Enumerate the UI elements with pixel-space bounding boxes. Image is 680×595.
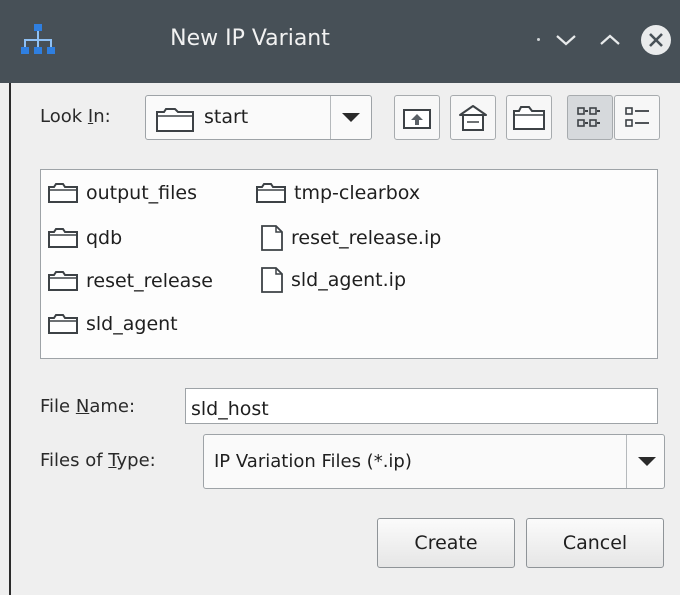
close-button[interactable]: [636, 20, 676, 60]
up-one-level-button[interactable]: [394, 95, 440, 140]
folder-icon: [48, 314, 78, 334]
list-item[interactable]: reset_release: [48, 270, 213, 292]
maximize-button[interactable]: [592, 20, 628, 60]
look-in-value: start: [204, 106, 249, 128]
dropdown-arrow-icon[interactable]: [342, 113, 360, 122]
list-item[interactable]: sld_agent: [48, 313, 178, 335]
folder-icon: [48, 271, 78, 291]
combo-separator: [626, 435, 627, 488]
details-view-button[interactable]: [614, 95, 660, 140]
minimize-button[interactable]: [548, 20, 584, 60]
window-menu-dot: [537, 38, 540, 41]
close-icon: [641, 25, 671, 55]
file-name-label: File Name:: [40, 396, 136, 417]
chevron-down-icon: [556, 35, 576, 46]
combo-separator: [330, 96, 331, 139]
folder-icon: [48, 228, 78, 248]
title-bar: New IP Variant: [0, 0, 680, 83]
cancel-button[interactable]: Cancel: [526, 518, 664, 568]
list-item[interactable]: tmp-clearbox: [256, 182, 420, 204]
files-of-type-label: Files of Type:: [40, 450, 156, 471]
create-button[interactable]: Create: [377, 518, 515, 568]
list-item[interactable]: output_files: [48, 182, 197, 204]
home-icon: [459, 104, 487, 131]
folder-icon: [48, 183, 78, 203]
files-of-type-value: IP Variation Files (*.ip): [214, 451, 412, 472]
window-border: [9, 83, 11, 595]
new-folder-button[interactable]: [506, 95, 552, 140]
list-view-button[interactable]: [567, 95, 613, 140]
up-one-level-icon: [403, 108, 431, 129]
file-list[interactable]: output_files qdb reset_release sld_agent…: [40, 169, 658, 359]
list-item[interactable]: sld_agent.ip: [261, 267, 406, 293]
home-button[interactable]: [450, 95, 496, 140]
details-view-icon: [625, 106, 649, 127]
files-of-type-combo[interactable]: IP Variation Files (*.ip): [203, 434, 665, 489]
file-icon: [261, 267, 283, 293]
look-in-label: Look In:: [40, 106, 111, 127]
file-icon: [261, 225, 283, 251]
list-view-icon: [577, 106, 600, 127]
file-name-field[interactable]: [185, 388, 658, 424]
chevron-up-icon: [600, 34, 620, 45]
list-item[interactable]: reset_release.ip: [261, 225, 441, 251]
new-folder-icon: [513, 105, 545, 130]
look-in-combo[interactable]: start: [145, 95, 372, 140]
list-item[interactable]: qdb: [48, 227, 122, 249]
dropdown-arrow-icon[interactable]: [638, 457, 656, 466]
folder-icon: [256, 183, 286, 203]
window-title: New IP Variant: [170, 26, 330, 51]
folder-icon: [156, 108, 194, 132]
